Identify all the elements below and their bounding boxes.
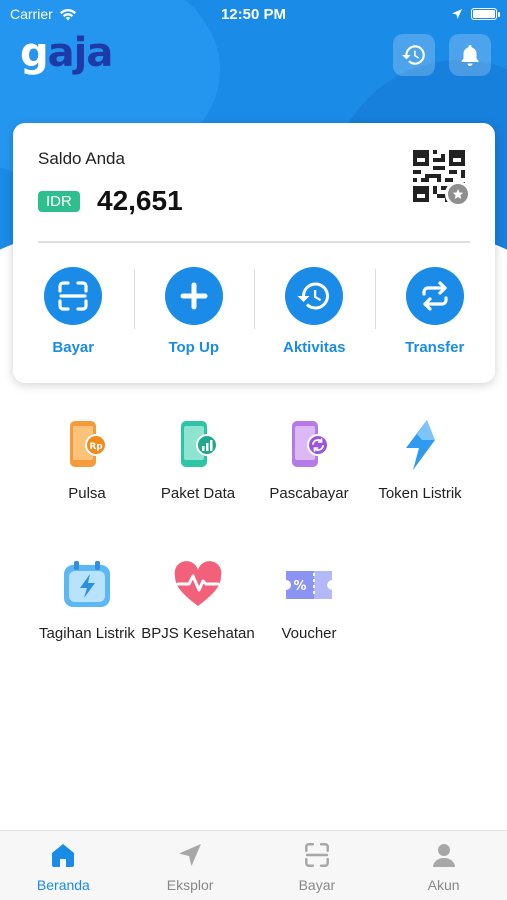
service-label: Pulsa bbox=[68, 485, 106, 502]
service-tagihan-listrik[interactable]: Tagihan Listrik bbox=[27, 555, 147, 642]
logo-g: g bbox=[20, 30, 49, 76]
nav-label: Akun bbox=[427, 877, 460, 893]
balance-card: Saldo Anda IDR 42,651 Bayar Top Up Aktiv… bbox=[13, 123, 495, 383]
service-token-listrik[interactable]: Token Listrik bbox=[360, 415, 480, 502]
navigate-icon bbox=[179, 844, 202, 866]
logo-aja: aja bbox=[47, 30, 114, 76]
service-label: Pascabayar bbox=[269, 485, 349, 502]
voucher-icon: % bbox=[279, 555, 339, 615]
action-top-up-circle bbox=[164, 267, 223, 325]
home-icon bbox=[52, 844, 75, 867]
action-aktivitas-circle bbox=[285, 267, 344, 325]
transfer-icon bbox=[422, 281, 448, 311]
card-divider bbox=[38, 241, 470, 243]
action-label: Transfer bbox=[405, 339, 465, 356]
service-paket-data[interactable]: Paket Data bbox=[138, 415, 258, 502]
currency-badge: IDR bbox=[38, 191, 80, 212]
service-pascabayar[interactable]: Pascabayar bbox=[249, 415, 369, 502]
balance-amount: 42,651 bbox=[97, 185, 183, 216]
electric-bill-icon bbox=[57, 555, 117, 615]
action-top-up[interactable]: Top Up bbox=[133, 263, 255, 363]
action-transfer[interactable]: Transfer bbox=[374, 263, 496, 363]
action-label: Bayar bbox=[52, 339, 95, 356]
action-label: Aktivitas bbox=[282, 339, 346, 356]
user-icon bbox=[432, 844, 455, 867]
action-label: Top Up bbox=[168, 339, 220, 356]
nav-label: Eksplor bbox=[166, 877, 214, 893]
nav-akun[interactable]: Akun bbox=[380, 831, 507, 900]
svg-text:Rp: Rp bbox=[89, 442, 103, 452]
action-bayar-circle bbox=[44, 267, 103, 325]
phone-rp-icon: Rp bbox=[57, 415, 117, 475]
history-button[interactable] bbox=[393, 34, 435, 76]
scan-icon bbox=[58, 281, 88, 311]
phone-postpaid-icon bbox=[279, 415, 339, 475]
qr-star-badge bbox=[445, 181, 471, 207]
action-bayar[interactable]: Bayar bbox=[13, 263, 134, 363]
nav-label: Bayar bbox=[298, 877, 336, 893]
service-bpjs-kesehatan[interactable]: BPJS Kesehatan bbox=[138, 555, 258, 642]
service-label: Voucher bbox=[281, 625, 337, 642]
service-label: Token Listrik bbox=[378, 485, 462, 502]
status-time: 12:50 PM bbox=[220, 5, 287, 23]
app-logo: gaja bbox=[20, 30, 114, 76]
battery-icon bbox=[471, 8, 500, 20]
bottom-nav: Beranda Eksplor Bayar Akun bbox=[0, 830, 507, 900]
service-voucher[interactable]: % Voucher bbox=[249, 555, 369, 642]
plus-icon bbox=[180, 282, 208, 310]
history-icon bbox=[297, 282, 330, 310]
service-label: BPJS Kesehatan bbox=[141, 625, 255, 642]
lightning-icon bbox=[390, 415, 450, 475]
nav-bayar[interactable]: Bayar bbox=[254, 831, 381, 900]
status-bar: Carrier 12:50 PM bbox=[0, 0, 507, 28]
nav-eksplor[interactable]: Eksplor bbox=[127, 831, 254, 900]
history-icon bbox=[402, 45, 425, 65]
scan-icon bbox=[304, 843, 329, 867]
notification-button[interactable] bbox=[449, 34, 491, 76]
service-label: Tagihan Listrik bbox=[39, 625, 135, 642]
balance-label: Saldo Anda bbox=[38, 149, 125, 168]
bell-icon bbox=[461, 45, 479, 66]
action-aktivitas[interactable]: Aktivitas bbox=[254, 263, 375, 363]
heartbeat-icon bbox=[168, 555, 228, 615]
nav-label: Beranda bbox=[36, 877, 90, 893]
phone-data-icon bbox=[168, 415, 228, 475]
service-label: Paket Data bbox=[160, 485, 236, 502]
action-transfer-circle bbox=[405, 267, 464, 325]
nav-beranda[interactable]: Beranda bbox=[0, 831, 127, 900]
svg-text:%: % bbox=[293, 579, 306, 594]
service-pulsa[interactable]: Rp Pulsa bbox=[27, 415, 147, 502]
star-icon bbox=[452, 189, 464, 199]
quick-actions: Bayar Top Up Aktivitas Transfer bbox=[13, 263, 495, 363]
